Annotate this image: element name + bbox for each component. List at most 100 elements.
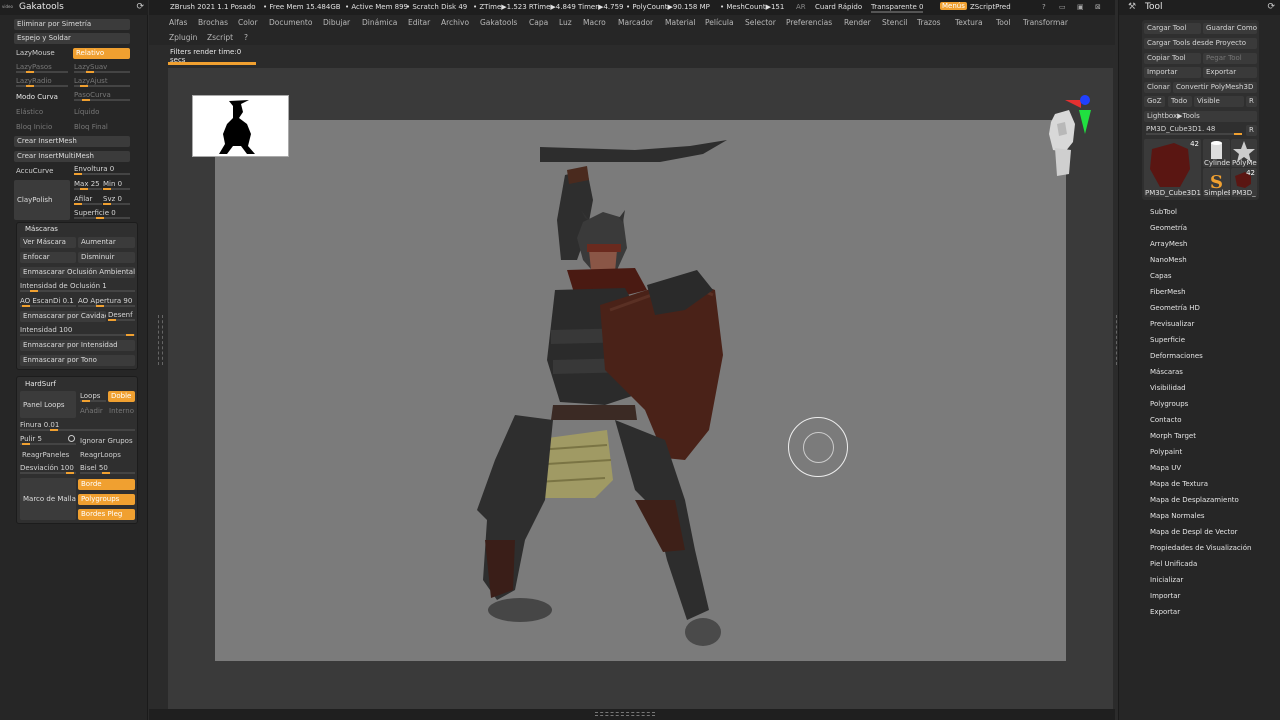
simplebrush-thumb[interactable]: S SimpleB [1203,168,1230,197]
espejo-soldar-button[interactable]: Espejo y Soldar [14,33,130,44]
ao-apertura-slider[interactable]: AO Apertura 90 [78,296,135,307]
tool-subpalette-item[interactable]: Mapa de Desplazamiento [1150,496,1239,504]
menu-luz[interactable]: Luz [559,18,572,27]
copiar-tool-button[interactable]: Copiar Tool [1144,53,1201,64]
anadir-button[interactable]: Añadir [80,406,103,417]
tool-subpalette-item[interactable]: Deformaciones [1150,352,1203,360]
intensidad-slider[interactable]: Intensidad 100 [20,325,135,336]
menu-trazos[interactable]: Trazos [917,18,941,27]
finura-slider[interactable]: Finura 0.01 [20,420,135,431]
tool-subpalette-item[interactable]: Capas [1150,272,1172,280]
reagr-paneles-button[interactable]: ReagrPaneles [22,450,69,461]
ao-escan-slider[interactable]: AO EscanDi 0.1 [20,296,76,307]
menu-editar[interactable]: Editar [408,18,430,27]
bottom-tray-handle[interactable] [595,712,655,716]
radio-icon[interactable] [68,435,75,442]
menu-gakatools[interactable]: Gakatools [480,18,517,27]
tool-subpalette-item[interactable]: ArrayMesh [1150,240,1187,248]
pegar-tool-button[interactable]: Pegar Tool [1203,53,1257,64]
convertir-polymesh-button[interactable]: Convertir PolyMesh3D [1173,82,1257,93]
left-dock-handle[interactable] [158,315,163,365]
pm3d-thumb[interactable]: 42 PM3D_ [1231,168,1257,197]
desviacion-slider[interactable]: Desviación 100 [20,463,76,474]
todo-button[interactable]: Todo [1168,96,1192,107]
r2-button[interactable]: R [1246,125,1257,136]
crear-insertmesh-button[interactable]: Crear InsertMesh [14,136,130,147]
max-slider[interactable]: Max 25 [74,179,102,190]
marco-malla-button[interactable]: Marco de Malla [20,478,76,520]
tool-subpalette-item[interactable]: Polypaint [1150,448,1182,456]
menu-zplugin[interactable]: Zplugin [169,33,197,42]
aumentar-button[interactable]: Aumentar [78,237,135,248]
tool-subpalette-item[interactable]: Previsualizar [1150,320,1194,328]
help-icon[interactable]: ? [1042,3,1046,11]
sync-icon[interactable]: ⟳ [136,2,144,12]
min-slider[interactable]: Min 0 [103,179,130,190]
enmascarar-cavidad-button[interactable]: Enmascarar por Cavidad [20,311,106,322]
sync-icon[interactable]: ⟳ [1267,2,1275,12]
bloq-inicio-button[interactable]: Bloq Inicio [16,122,52,133]
menu-documento[interactable]: Documento [269,18,312,27]
tool-subpalette-item[interactable]: FiberMesh [1150,288,1186,296]
visible-button[interactable]: Visible [1194,96,1244,107]
tool-subpalette-item[interactable]: Importar [1150,592,1180,600]
superficie-slider[interactable]: Superficie 0 [74,208,130,219]
menu-help[interactable]: ? [244,33,248,42]
menu-stencil[interactable]: Stencil [882,18,907,27]
tool-subpalette-item[interactable]: Contacto [1150,416,1182,424]
bordes-pleg-button[interactable]: Bordes Pleg [78,509,135,520]
menu-material[interactable]: Material [665,18,695,27]
tool-subpalette-item[interactable]: Visibilidad [1150,384,1186,392]
menu-marcador[interactable]: Marcador [618,18,653,27]
relativo-button[interactable]: Relativo [73,48,130,59]
current-tool-slider[interactable]: PM3D_Cube3D1. 48 [1146,124,1242,135]
reagr-loops-button[interactable]: ReagrLoops [80,450,121,461]
menu-brochas[interactable]: Brochas [198,18,228,27]
claypolish-button[interactable]: ClayPolish [14,180,70,220]
ver-mascara-button[interactable]: Ver Máscara [20,237,76,248]
cuard-rapido-button[interactable]: Cuard Rápido [815,3,862,11]
menu-textura[interactable]: Textura [955,18,983,27]
menu-capa[interactable]: Capa [529,18,548,27]
menu-preferencias[interactable]: Preferencias [786,18,832,27]
tool-subpalette-item[interactable]: Inicializar [1150,576,1183,584]
tool-subpalette-item[interactable]: Exportar [1150,608,1180,616]
menu-macro[interactable]: Macro [583,18,606,27]
orientation-gizmo[interactable] [1035,94,1095,184]
polymesh-thumb[interactable]: PolyMe [1231,139,1257,167]
tool-subpalette-item[interactable]: Mapa de Despl de Vector [1150,528,1238,536]
doble-button[interactable]: Doble [108,391,135,402]
afilar-slider[interactable]: Afilar [74,194,102,205]
maximize-icon[interactable]: ▣ [1077,3,1084,11]
disminuir-button[interactable]: Disminuir [78,252,135,263]
envoltura-slider[interactable]: Envoltura 0 [74,164,130,175]
tool-subpalette-item[interactable]: Superficie [1150,336,1185,344]
polygroups-button[interactable]: Polygroups [78,494,135,505]
document-canvas[interactable] [215,120,1066,661]
cylinder-thumb[interactable]: Cylinde [1203,139,1230,167]
zscript-pred-button[interactable]: ZScriptPred [970,3,1011,11]
tool-subpalette-item[interactable]: Mapa Normales [1150,512,1205,520]
eliminar-simetria-button[interactable]: Eliminar por Simetría [14,19,130,30]
cargar-proyecto-button[interactable]: Cargar Tools desde Proyecto [1144,38,1257,49]
enfocar-button[interactable]: Enfocar [20,252,76,263]
navigation-thumbnail[interactable] [192,95,289,157]
exportar-button[interactable]: Exportar [1203,67,1257,78]
menu-alfas[interactable]: Alfas [169,18,187,27]
tool-subpalette-item[interactable]: Propiedades de Visualización [1150,544,1251,552]
interno-button[interactable]: Interno [109,406,134,417]
bisel-slider[interactable]: Bisel 50 [80,463,135,474]
transparente-slider[interactable]: Transparente 0 [871,3,924,13]
goz-button[interactable]: GoZ [1144,96,1165,107]
lightbox-tools-button[interactable]: Lightbox▶Tools [1144,111,1257,122]
tool-subpalette-item[interactable]: Polygroups [1150,400,1188,408]
guardar-como-button[interactable]: Guardar Como [1203,23,1257,34]
ar-button[interactable]: AR [796,3,806,11]
tool-subpalette-item[interactable]: Morph Target [1150,432,1196,440]
svz-slider[interactable]: Svz 0 [103,194,130,205]
tool-subpalette-item[interactable]: Geometría HD [1150,304,1200,312]
menu-tool[interactable]: Tool [996,18,1011,27]
close-icon[interactable]: ⊠ [1095,3,1101,11]
enmascarar-intensidad-button[interactable]: Enmascarar por Intensidad [20,340,135,351]
menu-render[interactable]: Render [844,18,871,27]
